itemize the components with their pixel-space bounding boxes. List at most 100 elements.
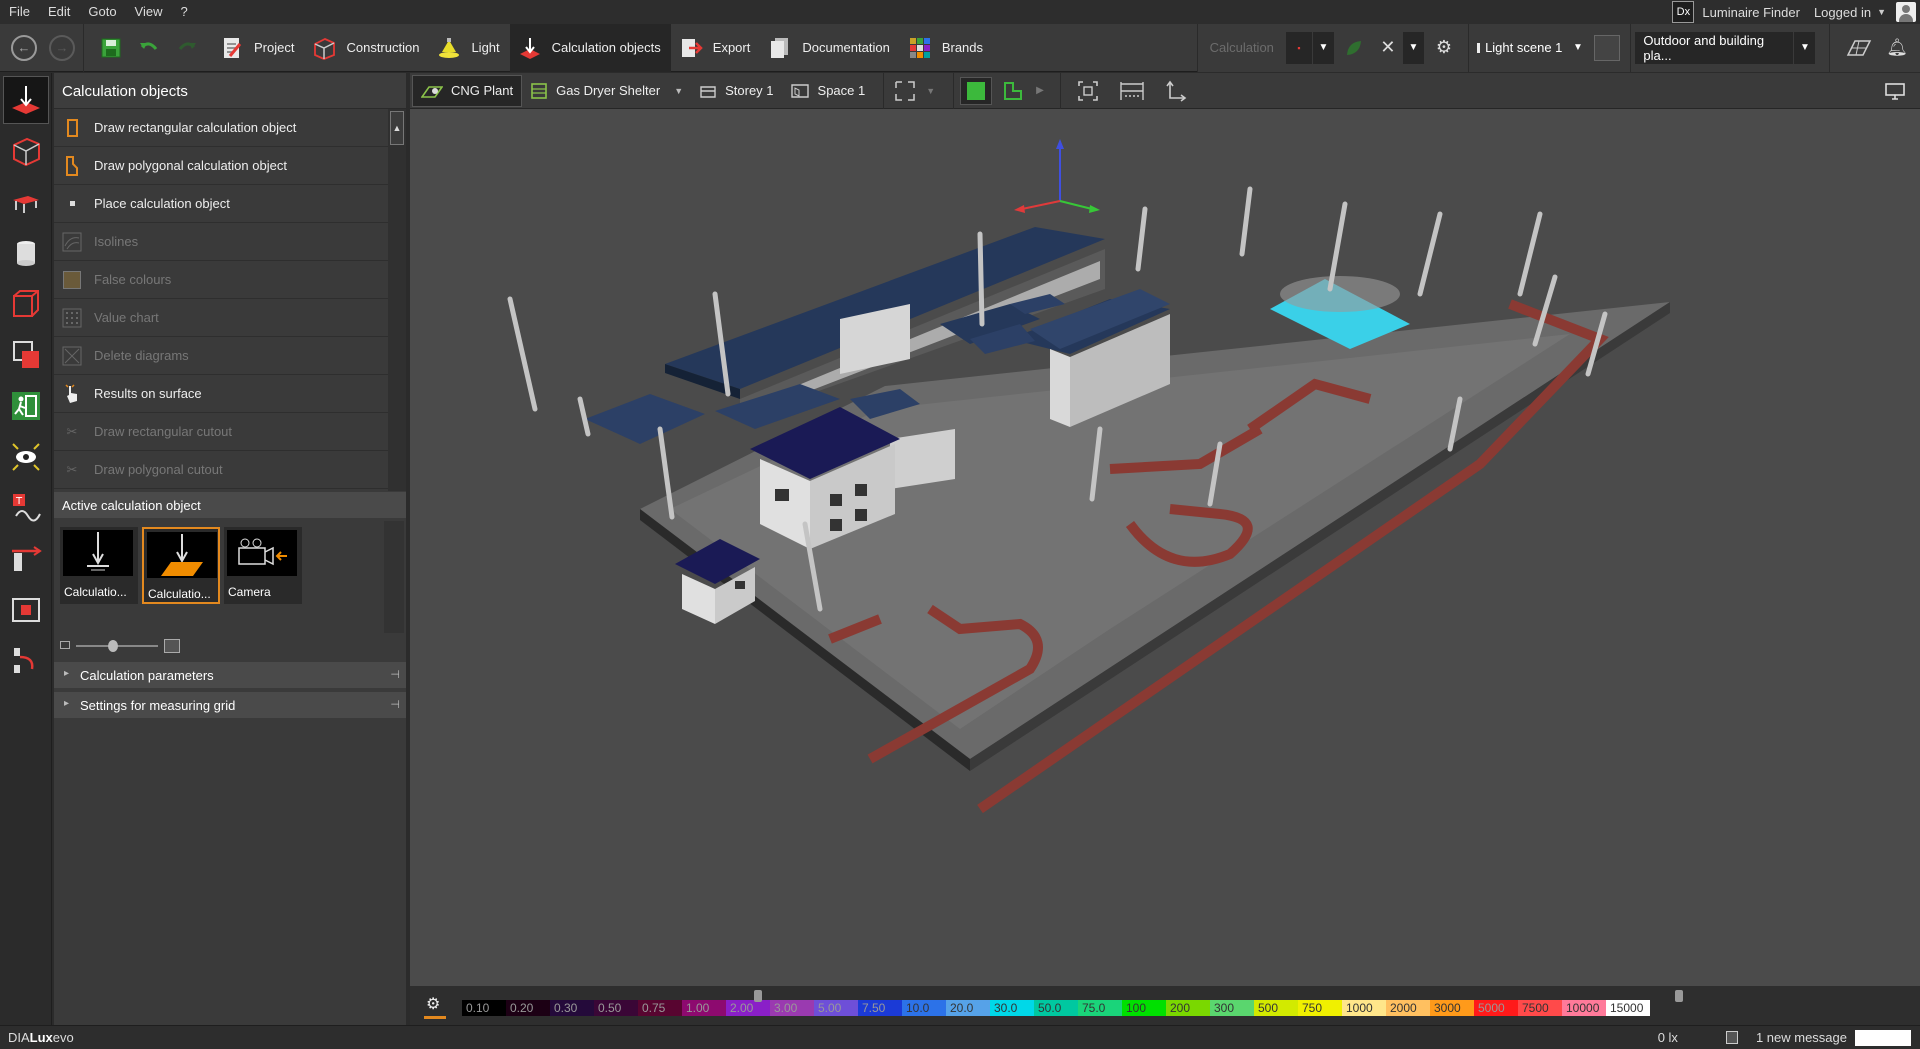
planning-mode-value: Outdoor and building pla...	[1643, 32, 1765, 63]
room-cube-icon[interactable]	[3, 127, 49, 175]
menu-help[interactable]: ?	[172, 0, 197, 24]
storey-icon	[700, 85, 716, 98]
tab-brands[interactable]: Brands	[900, 24, 993, 72]
visibility-eye-icon[interactable]	[3, 433, 49, 481]
table-object-icon[interactable]	[3, 178, 49, 226]
pin-icon[interactable]: ⊣	[390, 668, 400, 681]
tab-project[interactable]: Project	[212, 24, 304, 72]
ground-plane-icon[interactable]	[1846, 39, 1872, 57]
message-panel-field[interactable]	[1855, 1029, 1911, 1046]
align-tool-icon[interactable]	[3, 637, 49, 685]
measure-distance-icon[interactable]	[1119, 80, 1145, 102]
chevron-down-icon[interactable]: ▼	[926, 86, 935, 96]
calculation-parameters-section[interactable]: Calculation parameters ⊣	[54, 662, 406, 688]
calc-object-thumb-1[interactable]: Calculatio...	[60, 527, 138, 604]
legend-segment: 75.0	[1078, 1000, 1122, 1016]
back-arrow-icon[interactable]: ←	[11, 34, 37, 61]
chevron-right-icon[interactable]: ▶	[1036, 85, 1044, 96]
cutout-icon[interactable]	[3, 331, 49, 379]
light-scene-dropdown-arrow[interactable]: ▼	[1566, 31, 1589, 64]
draw-rectangular-cutout-item[interactable]: ✂︎ Draw rectangular cutout	[54, 413, 388, 451]
selection-frame-icon[interactable]	[894, 80, 916, 102]
menu-goto[interactable]: Goto	[79, 0, 125, 24]
coordinate-axes-icon[interactable]	[1165, 80, 1187, 102]
breadcrumb-space[interactable]: Space 1	[782, 75, 874, 107]
solid-view-button[interactable]	[960, 76, 993, 105]
luminaire-finder-logo[interactable]: Dx	[1672, 1, 1695, 23]
tab-calculation-objects[interactable]: Calculation objects	[509, 23, 671, 72]
pin-icon[interactable]: ⊣	[390, 698, 400, 711]
screen-capture-icon[interactable]	[3, 586, 49, 634]
breadcrumb-project[interactable]: CNG Plant	[412, 74, 523, 107]
tab-construction[interactable]: Construction	[304, 24, 429, 72]
monitor-icon[interactable]	[1884, 81, 1906, 101]
save-disk-icon[interactable]	[1725, 1031, 1738, 1044]
calculation-start-button[interactable]: ▪	[1285, 31, 1312, 64]
tab-documentation[interactable]: Documentation	[760, 24, 899, 72]
tool-list-scrollbar[interactable]: ▲	[388, 109, 406, 491]
calculation-dropdown-arrow[interactable]: ▼	[1311, 31, 1334, 64]
chevron-down-icon[interactable]: ▼	[674, 86, 683, 96]
thumbnails-scrollbar[interactable]	[384, 521, 404, 633]
gear-icon[interactable]: ⚙	[1436, 37, 1452, 58]
planning-mode-select[interactable]: Outdoor and building pla...	[1635, 31, 1794, 64]
breadcrumb-storey[interactable]: Storey 1	[691, 75, 781, 107]
solid-box-icon	[967, 81, 986, 100]
tab-light[interactable]: Light	[429, 24, 509, 72]
planning-mode-dropdown-arrow[interactable]: ▼	[1793, 31, 1816, 64]
box-extrusion-icon[interactable]	[3, 280, 49, 328]
false-colours-item[interactable]: False colours	[54, 261, 388, 299]
luminaire-finder-link[interactable]: Luminaire Finder	[1702, 5, 1800, 20]
outline-view-icon[interactable]	[1002, 80, 1024, 102]
thumb-label: Camera	[228, 585, 271, 599]
tab-export[interactable]: Export	[671, 24, 761, 72]
bell-icon[interactable]: 🔔︎	[1886, 38, 1908, 58]
isolines-item[interactable]: Isolines	[54, 223, 388, 261]
place-calc-object-item[interactable]: Place calculation object	[54, 185, 388, 223]
redo-icon[interactable]	[176, 37, 198, 59]
scroll-up-icon[interactable]: ▲	[390, 111, 404, 145]
text-annotation-icon[interactable]: T	[3, 484, 49, 532]
divider	[1059, 72, 1061, 109]
calculation-objects-mode-icon[interactable]	[3, 76, 49, 124]
breadcrumb-building[interactable]: Gas Dryer Shelter ▼	[522, 75, 691, 107]
menu-view[interactable]: View	[126, 0, 172, 24]
value-chart-item[interactable]: Value chart	[54, 299, 388, 337]
login-status[interactable]: Logged in	[1814, 5, 1871, 20]
menu-edit[interactable]: Edit	[39, 0, 79, 24]
item-label: Value chart	[94, 310, 159, 325]
message-count[interactable]: 1 new message	[1756, 1030, 1847, 1045]
undo-icon[interactable]	[138, 37, 160, 59]
legend-max-handle[interactable]	[1675, 990, 1683, 1002]
light-scene-settings-icon[interactable]	[1594, 34, 1621, 61]
measure-line-icon[interactable]	[3, 535, 49, 583]
draw-polygonal-cutout-item[interactable]: ✂︎ Draw polygonal cutout	[54, 451, 388, 489]
light-scene-select[interactable]: Light scene 1	[1473, 31, 1567, 64]
user-avatar-icon[interactable]	[1896, 2, 1916, 22]
slider-thumb[interactable]	[108, 640, 118, 652]
draw-rectangular-calc-object-item[interactable]: Draw rectangular calculation object	[54, 109, 388, 147]
chevron-down-icon[interactable]: ▼	[1877, 7, 1886, 17]
forward-arrow-icon[interactable]: →	[49, 34, 75, 61]
axes-gizmo-icon[interactable]	[1014, 139, 1100, 213]
export-icon	[681, 38, 703, 57]
legend-settings-gear-icon[interactable]: ⚙	[426, 994, 440, 1014]
results-on-surface-item[interactable]: Results on surface	[54, 375, 388, 413]
thumbnail-size-slider[interactable]	[60, 638, 400, 654]
cylinder-object-icon[interactable]	[3, 229, 49, 277]
cancel-dropdown-arrow[interactable]: ▼	[1401, 31, 1424, 64]
emergency-exit-icon[interactable]	[3, 382, 49, 430]
cancel-calculation-button[interactable]: ✕	[1373, 31, 1402, 64]
leaf-icon[interactable]	[1344, 38, 1364, 58]
draw-polygonal-calc-object-item[interactable]: Draw polygonal calculation object	[54, 147, 388, 185]
3d-viewport[interactable]	[410, 109, 1920, 986]
zoom-extents-icon[interactable]	[1077, 80, 1099, 102]
save-icon[interactable]	[100, 37, 122, 59]
legend-min-handle[interactable]	[754, 990, 762, 1002]
delete-diagrams-item[interactable]: Delete diagrams	[54, 337, 388, 375]
camera-thumb[interactable]: Camera	[224, 527, 302, 604]
calc-object-thumb-2[interactable]: Calculatio...	[142, 527, 220, 604]
menu-file[interactable]: File	[0, 0, 39, 24]
measuring-grid-settings-section[interactable]: Settings for measuring grid ⊣	[54, 692, 406, 718]
scene-render[interactable]	[410, 109, 1920, 986]
